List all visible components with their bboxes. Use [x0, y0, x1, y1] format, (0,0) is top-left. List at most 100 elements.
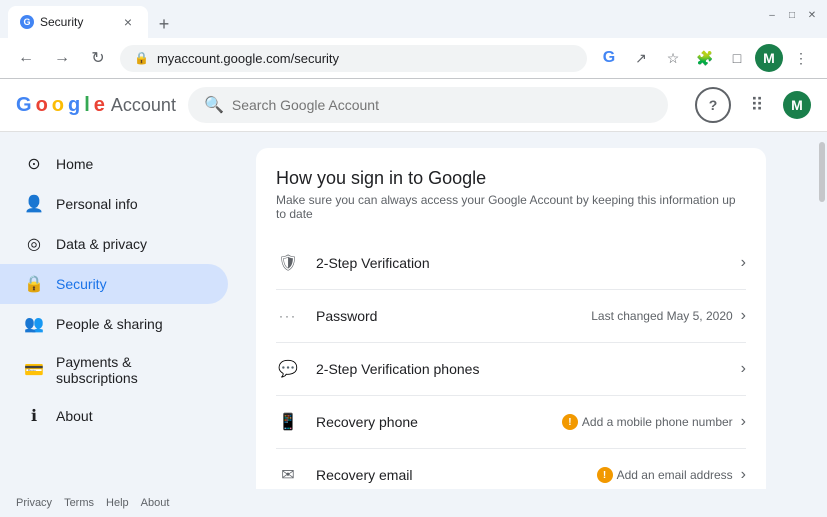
sidebar-item-data-privacy[interactable]: ◎ Data & privacy	[0, 224, 228, 264]
footer-help[interactable]: Help	[106, 497, 129, 509]
home-icon: ⊙	[24, 154, 44, 174]
new-tab-button[interactable]: +	[150, 10, 178, 38]
mobile-icon: 📱	[276, 410, 300, 434]
security-icon: 🔒	[24, 274, 44, 294]
content-area: ⊙ Home 👤 Personal info ◎ Data & privacy …	[0, 132, 827, 489]
logo-letter-e: e	[94, 94, 105, 117]
card-title: How you sign in to Google	[276, 168, 746, 189]
chevron-icon-recovery-email: ›	[741, 466, 746, 484]
tab-close-button[interactable]: ×	[120, 14, 136, 30]
search-input[interactable]	[232, 97, 652, 113]
option-label-recovery-phone: Recovery phone	[316, 414, 562, 430]
warning-dot-phone: !	[562, 414, 578, 430]
back-button[interactable]: ←	[12, 44, 40, 72]
google-logo: Google Account	[16, 94, 176, 117]
scrollbar-thumb[interactable]	[819, 142, 825, 202]
chevron-icon-recovery-phone: ›	[741, 413, 746, 431]
person-icon: 👤	[24, 194, 44, 214]
maximize-button[interactable]: □	[785, 8, 799, 22]
option-recovery-phone[interactable]: 📱 Recovery phone ! Add a mobile phone nu…	[276, 396, 746, 449]
sidebar-item-about[interactable]: ℹ About	[0, 396, 228, 436]
option-label-2step: 2-Step Verification	[316, 255, 741, 271]
main-content: How you sign in to Google Make sure you …	[240, 132, 817, 489]
apps-button[interactable]: ⠿	[739, 87, 775, 123]
password-icon: ···	[276, 304, 300, 328]
recovery-email-warning: ! Add an email address	[597, 467, 733, 483]
warning-text-phone: Add a mobile phone number	[582, 415, 733, 429]
logo-letter-l: l	[84, 94, 90, 117]
refresh-button[interactable]: ↻	[84, 44, 112, 72]
scrollbar-area[interactable]	[817, 132, 827, 489]
option-password[interactable]: ··· Password Last changed May 5, 2020 ›	[276, 290, 746, 343]
url-text: myaccount.google.com/security	[157, 51, 339, 66]
lock-icon: 🔒	[134, 51, 149, 65]
close-window-button[interactable]: ✕	[805, 8, 819, 22]
logo-letter-o2: o	[52, 94, 64, 117]
search-bar[interactable]: 🔍	[188, 87, 668, 123]
card-subtitle: Make sure you can always access your Goo…	[276, 193, 746, 221]
tab-favicon: G	[20, 15, 34, 29]
address-bar: ← → ↻ 🔒 myaccount.google.com/security G …	[0, 38, 827, 79]
chevron-icon-2step: ›	[741, 254, 746, 272]
logo-letter-g: G	[16, 94, 32, 117]
minimize-button[interactable]: –	[765, 8, 779, 22]
browser-toolbar: G ↗ ☆ 🧩 □ M ⋮	[595, 44, 815, 72]
profile-icon[interactable]: □	[723, 44, 751, 72]
chevron-icon-2step-phones: ›	[741, 360, 746, 378]
menu-button[interactable]: ⋮	[787, 44, 815, 72]
forward-button[interactable]: →	[48, 44, 76, 72]
sign-in-card: How you sign in to Google Make sure you …	[256, 148, 766, 489]
extension-icon[interactable]: 🧩	[691, 44, 719, 72]
page-header: Google Account 🔍 ? ⠿ M	[0, 79, 827, 132]
option-2step[interactable]: 🛡 2-Step Verification ›	[276, 237, 746, 290]
option-recovery-email[interactable]: ✉ Recovery email ! Add an email address …	[276, 449, 746, 489]
share-icon[interactable]: ↗	[627, 44, 655, 72]
help-button[interactable]: ?	[695, 87, 731, 123]
user-avatar[interactable]: M	[755, 44, 783, 72]
footer-terms[interactable]: Terms	[64, 497, 94, 509]
browser-window: G Security × + – □ ✕ ← → ↻ 🔒 myaccount.g…	[0, 0, 827, 79]
footer-privacy[interactable]: Privacy	[16, 497, 52, 509]
sidebar-label-data-privacy: Data & privacy	[56, 236, 147, 252]
option-2step-phones[interactable]: 💬 2-Step Verification phones ›	[276, 343, 746, 396]
privacy-icon: ◎	[24, 234, 44, 254]
people-icon: 👥	[24, 314, 44, 334]
shield-icon: 🛡	[276, 251, 300, 275]
bookmark-icon[interactable]: ☆	[659, 44, 687, 72]
about-icon: ℹ	[24, 406, 44, 426]
sidebar-label-about: About	[56, 408, 93, 424]
sidebar-label-people-sharing: People & sharing	[56, 316, 163, 332]
sidebar-label-security: Security	[56, 276, 107, 292]
payments-icon: 💳	[24, 360, 44, 380]
phone-verify-icon: 💬	[276, 357, 300, 381]
sidebar-label-payments: Payments & subscriptions	[56, 354, 204, 386]
chevron-icon-password: ›	[741, 307, 746, 325]
url-bar[interactable]: 🔒 myaccount.google.com/security	[120, 45, 587, 72]
warning-text-email: Add an email address	[617, 468, 733, 482]
logo-account: Account	[111, 95, 176, 116]
option-label-2step-phones: 2-Step Verification phones	[316, 361, 741, 377]
footer-about[interactable]: About	[141, 497, 170, 509]
tab-title: Security	[40, 15, 83, 29]
search-icon: 🔍	[204, 95, 224, 115]
page-footer: Privacy Terms Help About	[0, 489, 827, 517]
logo-letter-o1: o	[36, 94, 48, 117]
sidebar-item-home[interactable]: ⊙ Home	[0, 144, 228, 184]
email-icon: ✉	[276, 463, 300, 487]
option-label-recovery-email: Recovery email	[316, 467, 597, 483]
option-label-password: Password	[316, 308, 591, 324]
sidebar-item-security[interactable]: 🔒 Security	[0, 264, 228, 304]
sidebar-item-personal-info[interactable]: 👤 Personal info	[0, 184, 228, 224]
sidebar: ⊙ Home 👤 Personal info ◎ Data & privacy …	[0, 132, 240, 489]
password-status: Last changed May 5, 2020	[591, 309, 732, 323]
header-icons: ? ⠿ M	[695, 87, 811, 123]
active-tab[interactable]: G Security ×	[8, 6, 148, 38]
header-avatar[interactable]: M	[783, 91, 811, 119]
google-icon[interactable]: G	[595, 44, 623, 72]
page: Google Account 🔍 ? ⠿ M ⊙ Home 👤 Personal…	[0, 79, 827, 517]
sidebar-item-people-sharing[interactable]: 👥 People & sharing	[0, 304, 228, 344]
warning-dot-email: !	[597, 467, 613, 483]
recovery-phone-warning: ! Add a mobile phone number	[562, 414, 733, 430]
sidebar-label-home: Home	[56, 156, 93, 172]
sidebar-item-payments[interactable]: 💳 Payments & subscriptions	[0, 344, 228, 396]
